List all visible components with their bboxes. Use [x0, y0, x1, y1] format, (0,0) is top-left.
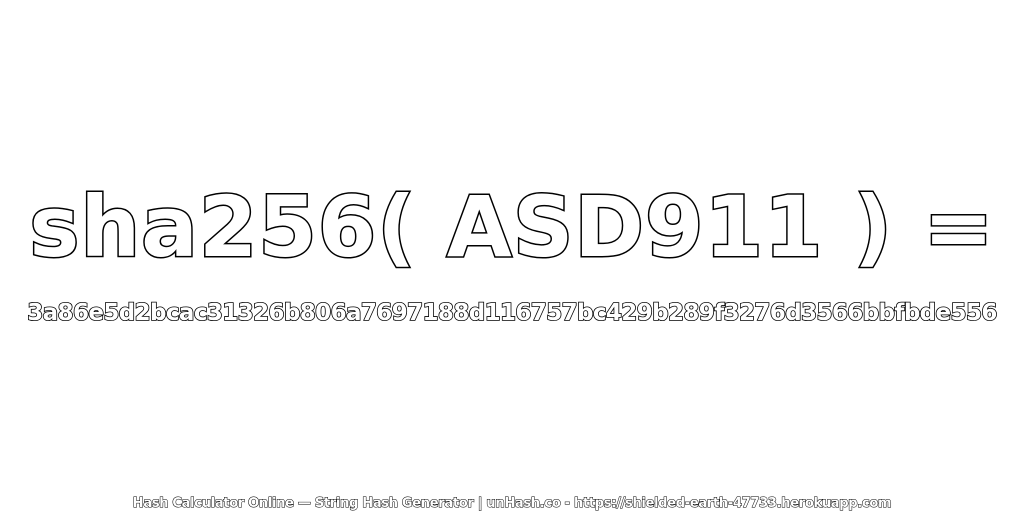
hash-expression-title: sha256( ASD911 ) = — [28, 177, 995, 278]
site-footer-credit: Hash Calculator Online — String Hash Gen… — [132, 496, 892, 512]
hash-result-value: 3a86e5d2bcac31326b806a7697188d116757bc42… — [26, 299, 998, 327]
